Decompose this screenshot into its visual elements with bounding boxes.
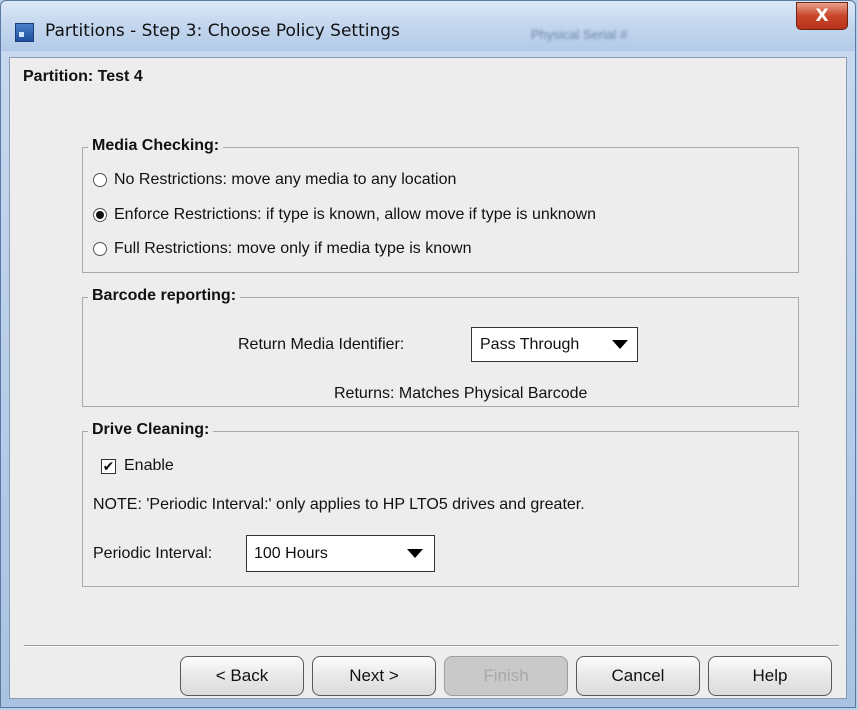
media-checking-group: Media Checking: No Restrictions: move an… bbox=[82, 137, 799, 273]
media-checking-legend: Media Checking: bbox=[88, 137, 224, 155]
return-media-identifier-select[interactable]: Pass Through bbox=[471, 327, 638, 362]
background-window-text: Physical Serial # bbox=[531, 27, 628, 42]
back-button[interactable]: < Back bbox=[180, 656, 304, 696]
next-button[interactable]: Next > bbox=[312, 656, 436, 696]
finish-button[interactable]: Finish bbox=[444, 656, 568, 696]
window-title: Partitions - Step 3: Choose Policy Setti… bbox=[45, 21, 400, 41]
return-media-identifier-label: Return Media Identifier: bbox=[238, 336, 405, 353]
enable-checkbox[interactable]: ✔ bbox=[101, 458, 116, 474]
returns-text: Returns: Matches Physical Barcode bbox=[334, 385, 588, 402]
periodic-interval-note: NOTE: 'Periodic Interval:' only applies … bbox=[93, 496, 585, 513]
periodic-interval-value: 100 Hours bbox=[254, 544, 328, 562]
enable-checkbox-row[interactable]: ✔ Enable bbox=[101, 457, 174, 475]
periodic-interval-label: Periodic Interval: bbox=[93, 545, 213, 562]
radio-no-restrictions-indicator[interactable] bbox=[93, 173, 107, 187]
drive-cleaning-group: Drive Cleaning: ✔ Enable NOTE: 'Periodic… bbox=[82, 421, 799, 587]
barcode-reporting-legend: Barcode reporting: bbox=[88, 287, 241, 305]
radio-no-restrictions[interactable]: No Restrictions: move any media to any l… bbox=[93, 171, 456, 189]
barcode-reporting-group: Barcode reporting: Return Media Identifi… bbox=[82, 287, 799, 407]
help-button[interactable]: Help bbox=[708, 656, 832, 696]
close-icon: X bbox=[815, 6, 829, 26]
radio-enforce-restrictions-indicator[interactable] bbox=[93, 208, 107, 222]
cancel-button[interactable]: Cancel bbox=[576, 656, 700, 696]
drive-cleaning-legend: Drive Cleaning: bbox=[88, 421, 214, 439]
radio-enforce-restrictions-label: Enforce Restrictions: if type is known, … bbox=[114, 206, 596, 223]
radio-full-restrictions[interactable]: Full Restrictions: move only if media ty… bbox=[93, 240, 471, 258]
radio-full-restrictions-indicator[interactable] bbox=[93, 242, 107, 256]
radio-full-restrictions-label: Full Restrictions: move only if media ty… bbox=[114, 240, 472, 257]
periodic-interval-select[interactable]: 100 Hours bbox=[246, 535, 435, 572]
enable-label: Enable bbox=[124, 457, 174, 474]
chevron-down-icon bbox=[407, 549, 423, 558]
radio-no-restrictions-label: No Restrictions: move any media to any l… bbox=[114, 171, 457, 188]
app-icon bbox=[15, 23, 34, 42]
title-bar[interactable]: Partitions - Step 3: Choose Policy Setti… bbox=[1, 1, 855, 51]
radio-enforce-restrictions[interactable]: Enforce Restrictions: if type is known, … bbox=[93, 206, 596, 224]
chevron-down-icon bbox=[612, 340, 628, 349]
return-media-identifier-value: Pass Through bbox=[480, 335, 580, 353]
partition-label: Partition: Test 4 bbox=[23, 68, 143, 85]
close-button[interactable]: X bbox=[796, 2, 848, 30]
button-separator bbox=[24, 645, 839, 647]
